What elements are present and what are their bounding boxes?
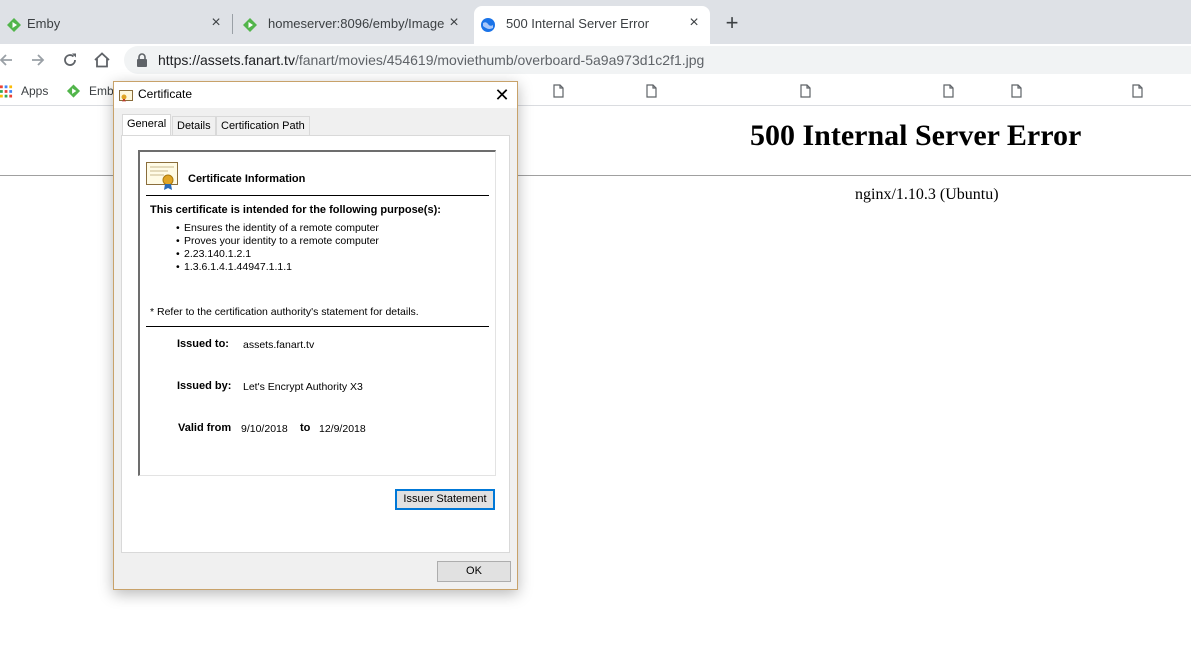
bookmark-page[interactable] (1132, 83, 1143, 99)
emby-icon (243, 18, 257, 32)
back-button[interactable] (0, 48, 18, 72)
tab-title: 500 Internal Server Error (506, 16, 650, 31)
divider (146, 195, 489, 196)
home-icon (94, 52, 110, 68)
certificate-icon (146, 162, 178, 190)
apps-grid-icon (0, 85, 13, 98)
purpose-item: • 2.23.140.1.2.1 (176, 248, 252, 260)
dialog-title: Certificate (138, 87, 193, 101)
tab-strip: Emby × homeserver:8096/emby/Images/I × 5… (0, 0, 1191, 44)
valid-to-value: 12/9/2018 (319, 423, 366, 435)
ok-button[interactable]: OK (437, 561, 511, 582)
arrow-left-icon (0, 54, 12, 66)
tab-title: homeserver:8096/emby/Images/I (268, 16, 444, 31)
page-icon (553, 84, 564, 98)
issuer-statement-button[interactable]: Issuer Statement (395, 489, 495, 510)
purpose-item: • Proves your identity to a remote comput… (176, 235, 379, 247)
refer-note: * Refer to the certification authority's… (150, 306, 419, 318)
issued-by-value: Let's Encrypt Authority X3 (243, 381, 363, 393)
certificate-dialog: Certificate ✕ General Details Certificat… (113, 81, 518, 590)
page-icon (1011, 84, 1022, 98)
tab-general[interactable]: General (122, 114, 172, 136)
arrow-right-icon (32, 54, 45, 66)
server-signature: nginx/1.10.3 (Ubuntu) (855, 186, 999, 203)
purpose-item: • Ensures the identity of a remote comput… (176, 222, 379, 234)
valid-to-label: to (300, 422, 311, 434)
certificate-icon (119, 90, 133, 102)
tab-server-error[interactable]: 500 Internal Server Error × (474, 6, 710, 44)
bookmark-apps[interactable]: Apps (0, 83, 48, 99)
tab-separator (232, 14, 233, 34)
close-icon[interactable]: × (208, 15, 224, 31)
certificate-info-heading: Certificate Information (188, 173, 306, 185)
screen: Emby × homeserver:8096/emby/Images/I × 5… (0, 0, 1191, 672)
url-text: https://assets.fanart.tv/fanart/movies/4… (158, 52, 704, 68)
tab-emby[interactable]: Emby × (0, 6, 228, 44)
new-tab-icon[interactable]: + (722, 12, 742, 34)
dialog-titlebar[interactable]: Certificate ✕ (114, 82, 517, 108)
page-icon (646, 84, 657, 98)
valid-from-value: 9/10/2018 (241, 423, 288, 435)
browser-toolbar: https://assets.fanart.tv/fanart/movies/4… (0, 44, 1191, 76)
purpose-item: • 1.3.6.1.4.1.44947.1.1.1 (176, 261, 293, 273)
bookmark-label: Emb (89, 84, 114, 98)
bookmark-emby[interactable]: Emb (66, 83, 114, 99)
bookmark-page[interactable] (553, 83, 564, 99)
url-path: /fanart/movies/454619/moviethumb/overboa… (294, 52, 705, 68)
reload-button[interactable] (58, 48, 82, 72)
tab-details[interactable]: Details (172, 116, 216, 136)
address-bar[interactable]: https://assets.fanart.tv/fanart/movies/4… (124, 46, 1191, 74)
page-icon (1132, 84, 1143, 98)
bookmark-page[interactable] (646, 83, 657, 99)
tab-homeserver[interactable]: homeserver:8096/emby/Images/I × (236, 6, 470, 44)
bookmark-page[interactable] (1011, 83, 1022, 99)
tab-panel-general: Certificate Information This certificate… (121, 135, 510, 553)
home-button[interactable] (90, 48, 114, 72)
emby-icon (7, 18, 21, 32)
bookmark-page[interactable] (943, 83, 954, 99)
lock-icon[interactable] (136, 53, 148, 67)
certificate-info-box: Certificate Information This certificate… (138, 150, 496, 476)
divider (146, 326, 489, 327)
issued-by-label: Issued by: (177, 380, 232, 392)
page-icon (943, 84, 954, 98)
close-icon[interactable]: ✕ (492, 85, 512, 105)
tab-certification-path[interactable]: Certification Path (216, 116, 310, 136)
globe-icon (481, 18, 495, 32)
bookmark-label: Apps (21, 84, 49, 98)
issued-to-value: assets.fanart.tv (243, 339, 315, 351)
url-host: https://assets.fanart.tv (158, 52, 295, 68)
page-title: 500 Internal Server Error (750, 119, 1082, 152)
valid-from-label: Valid from (178, 422, 232, 434)
page-icon (800, 84, 811, 98)
close-icon[interactable]: × (446, 15, 462, 31)
issued-to-label: Issued to: (177, 338, 229, 350)
emby-icon (66, 84, 81, 98)
forward-button[interactable] (26, 48, 50, 72)
purpose-title: This certificate is intended for the fol… (150, 204, 441, 216)
close-icon[interactable]: × (686, 15, 702, 31)
tab-title: Emby (27, 16, 61, 31)
bookmark-page[interactable] (800, 83, 811, 99)
reload-icon (64, 53, 76, 66)
